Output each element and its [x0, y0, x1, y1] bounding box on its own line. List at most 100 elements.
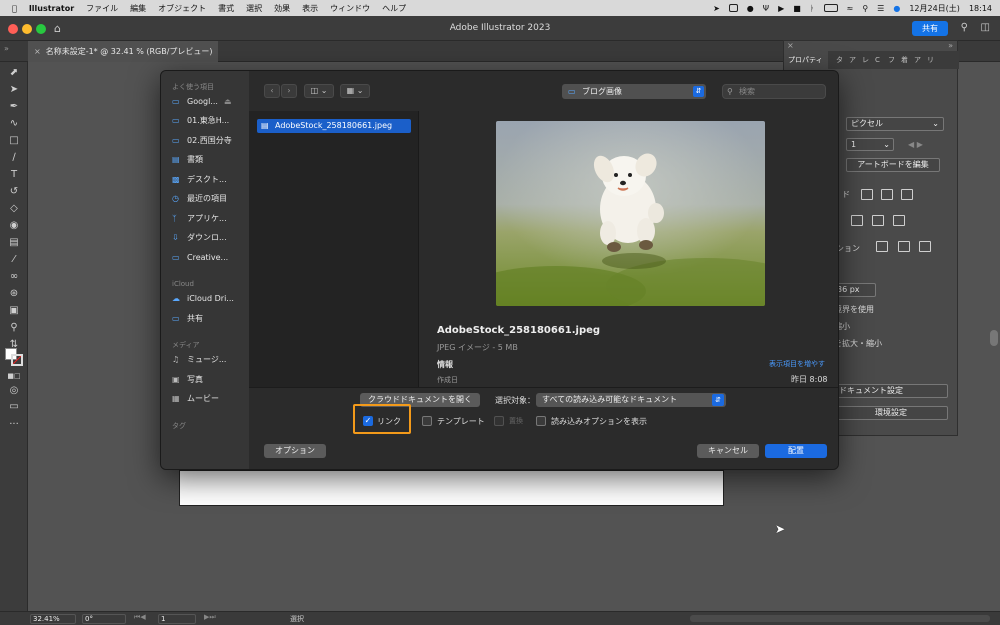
drawing-mode-icon[interactable]: ◎ — [7, 384, 21, 397]
gradient-tool-icon[interactable]: ▤ — [7, 236, 21, 249]
color-mode-icon[interactable]: ■□ — [7, 370, 21, 383]
symbol-sprayer-tool-icon[interactable]: ⊛ — [7, 287, 21, 300]
wifi-icon[interactable]: ≈ — [847, 4, 854, 13]
sidebar-item-creative[interactable]: ▭ Creative... — [172, 252, 228, 264]
group-button[interactable]: ▦ ⌄ — [340, 84, 370, 98]
sidebar-item-icloud-drive[interactable]: ☁ iCloud Dri... — [172, 293, 234, 305]
vertical-scrollbar[interactable] — [990, 330, 998, 346]
menu-window[interactable]: ウィンドウ — [330, 3, 370, 14]
smart-guides-icon[interactable] — [872, 215, 884, 226]
menu-type[interactable]: 書式 — [218, 3, 234, 14]
sidebar-item-desktop[interactable]: ▩ デスクト... — [172, 174, 227, 186]
forward-button[interactable]: › — [281, 84, 297, 98]
show-more-link[interactable]: 表示項目を増やす — [769, 359, 825, 369]
last-artboard-icon[interactable]: ▶⏭ — [204, 613, 216, 622]
shape-builder-tool-icon[interactable]: ◉ — [7, 219, 21, 232]
sidebar-item-downloads[interactable]: ⇩ ダウンロ... — [172, 232, 227, 244]
selection-tool-icon[interactable]: ⬈ — [7, 66, 21, 79]
file-item-selected[interactable]: ▤ AdobeStock_258180661.jpeg — [257, 119, 411, 133]
zoom-tool-icon[interactable]: ⚲ — [7, 321, 21, 334]
search-icon[interactable]: ⚲ — [961, 22, 968, 33]
preferences-button[interactable]: 環境設定 — [834, 406, 948, 420]
menu-object[interactable]: オブジェクト — [158, 3, 206, 14]
direct-selection-tool-icon[interactable]: ➤ — [7, 83, 21, 96]
search-menubar-icon[interactable]: ⚲ — [862, 4, 868, 13]
curvature-tool-icon[interactable]: ∿ — [7, 117, 21, 130]
rectangle-tool-icon[interactable]: □ — [7, 134, 21, 147]
cancel-button[interactable]: キャンセル — [697, 444, 759, 458]
edit-artboard-button[interactable]: アートボードを編集 — [846, 158, 940, 172]
option-use-bounds[interactable]: 境界を使用 — [834, 304, 874, 315]
prev-next-artboard-icon[interactable]: ◀ ▶ — [908, 140, 923, 149]
creative-cloud-icon[interactable]: ● — [747, 4, 754, 13]
tab-4[interactable]: C — [875, 51, 880, 69]
share-button[interactable]: 共有 — [912, 21, 948, 36]
search-field[interactable]: ⚲ 検索 — [722, 84, 826, 99]
menu-extra-icon[interactable]: ■ — [793, 4, 801, 13]
show-import-options-checkbox[interactable] — [536, 416, 546, 426]
rotate-tool-icon[interactable]: ↺ — [7, 185, 21, 198]
tab-3[interactable]: レ — [862, 51, 869, 69]
tab-6[interactable]: 着 — [901, 51, 908, 69]
units-select[interactable]: ピクセル ⌄ — [846, 117, 944, 131]
tab-8[interactable]: リ — [927, 51, 934, 69]
artboard[interactable] — [179, 470, 724, 506]
menubar-date[interactable]: 12月24日(土) — [909, 3, 960, 14]
control-center-icon[interactable]: ☰ — [877, 4, 884, 13]
grid-icon[interactable] — [881, 189, 893, 200]
location-select[interactable]: ▭ ブログ画像 ⇵ — [562, 84, 706, 99]
replace-checkbox[interactable] — [494, 416, 504, 426]
align-right-icon[interactable] — [919, 241, 931, 252]
play-icon[interactable]: ▶ — [778, 4, 784, 13]
rotation-select[interactable]: 0° — [82, 614, 126, 624]
stroke-color-icon[interactable] — [11, 354, 23, 366]
guides-icon[interactable] — [851, 215, 863, 226]
align-left-icon[interactable] — [876, 241, 888, 252]
sidebar-item-music[interactable]: ♫ ミュージ... — [172, 354, 226, 366]
eyedropper-tool-icon[interactable]: ⁄ — [7, 253, 21, 266]
sidebar-item-tokyu[interactable]: ▭ 01.東急H... — [172, 115, 229, 127]
view-mode-button[interactable]: ◫ ⌄ — [304, 84, 334, 98]
snap-icon[interactable] — [893, 215, 905, 226]
location-icon[interactable]: ➤ — [713, 4, 720, 13]
tab-5[interactable]: フ — [888, 51, 895, 69]
menu-help[interactable]: ヘルプ — [382, 3, 406, 14]
paintbrush-tool-icon[interactable]: ∕ — [7, 151, 21, 164]
sidebar-item-photos[interactable]: ▣ 写真 — [172, 374, 203, 386]
eraser-tool-icon[interactable]: ◇ — [7, 202, 21, 215]
horizontal-scrollbar[interactable] — [690, 615, 990, 622]
document-settings-button[interactable]: ドキュメント設定 — [834, 384, 948, 398]
enable-select[interactable]: すべての読み込み可能なドキュメント ⇵ — [536, 393, 726, 407]
sidebar-item-recents[interactable]: ◷ 最近の項目 — [172, 193, 227, 205]
zoom-select[interactable]: 32.41% — [30, 614, 76, 624]
tab-2[interactable]: ア — [849, 51, 856, 69]
menubar-time[interactable]: 18:14 — [969, 4, 992, 13]
screen-mode-icon[interactable]: ▭ — [7, 400, 21, 413]
menu-select[interactable]: 選択 — [246, 3, 262, 14]
menu-app[interactable]: Illustrator — [29, 4, 74, 13]
sidebar-item-shared[interactable]: ▭ 共有 — [172, 313, 203, 325]
close-tab-icon[interactable]: × — [34, 47, 41, 56]
template-checkbox[interactable] — [422, 416, 432, 426]
back-button[interactable]: ‹ — [264, 84, 280, 98]
collapse-toolbar-icon[interactable]: » — [4, 44, 9, 53]
sidebar-item-applications[interactable]: ᛉ アプリケ... — [172, 213, 227, 225]
menu-edit[interactable]: 編集 — [130, 3, 146, 14]
artboard-number-select[interactable]: 1 ⌄ — [846, 138, 894, 151]
status-icon[interactable] — [728, 4, 738, 12]
sidebar-item-movies[interactable]: ▦ ムービー — [172, 393, 219, 405]
eject-icon[interactable]: ⏏ — [224, 97, 232, 106]
ruler-icon[interactable] — [861, 189, 873, 200]
place-button[interactable]: 配置 — [765, 444, 827, 458]
blend-tool-icon[interactable]: ∞ — [7, 270, 21, 283]
tab-properties[interactable]: プロパティ — [784, 51, 828, 69]
first-artboard-icon[interactable]: ⏮◀ — [134, 613, 146, 622]
fork-icon[interactable]: Ψ — [763, 4, 769, 13]
close-panel-icon[interactable]: × — [787, 41, 794, 50]
menu-effect[interactable]: 効果 — [274, 3, 290, 14]
tab-7[interactable]: ア — [914, 51, 921, 69]
siri-icon[interactable]: ● — [893, 4, 900, 13]
apple-menu-icon[interactable]:  — [12, 4, 17, 13]
battery-icon[interactable] — [823, 4, 838, 12]
arrange-documents-icon[interactable]: ◫ — [981, 22, 990, 33]
